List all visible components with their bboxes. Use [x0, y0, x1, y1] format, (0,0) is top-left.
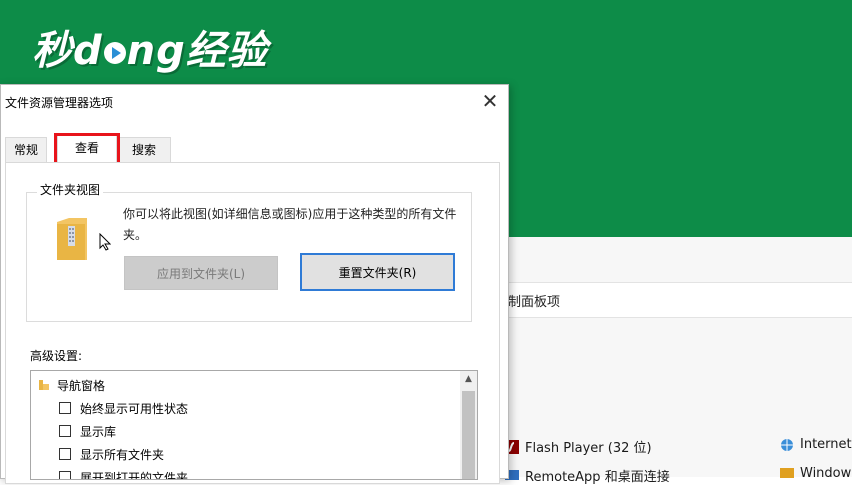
dialog-title: 文件资源管理器选项	[5, 96, 114, 110]
checkbox[interactable]	[59, 471, 71, 479]
checkbox[interactable]	[59, 402, 71, 414]
control-panel-item-remoteapp[interactable]: RemoteApp 和桌面连接	[505, 466, 670, 485]
tab-general[interactable]: 常规	[5, 137, 47, 162]
navigation-pane-icon	[39, 380, 49, 390]
list-item[interactable]: 展开到打开的文件夹	[59, 466, 188, 479]
checkbox[interactable]	[59, 448, 71, 460]
windows-icon	[780, 467, 794, 478]
logo: 秒d ng经验	[32, 28, 268, 74]
list-item[interactable]: 显示库	[59, 420, 116, 442]
scrollbar[interactable]: ▲	[460, 371, 477, 479]
scroll-thumb[interactable]	[462, 391, 475, 479]
control-panel-item-flash[interactable]: Flash Player (32 位)	[505, 437, 652, 456]
folder-options-dialog: 文件资源管理器选项 ✕ 常规 查看 搜索 文件夹视图 你可以将此视图(如详细信息…	[0, 84, 509, 484]
list-item[interactable]: 始终显示可用性状态	[59, 397, 188, 419]
close-icon[interactable]: ✕	[479, 90, 501, 112]
folder-views-description: 你可以将此视图(如详细信息或图标)应用于这种类型的所有文件夹。	[123, 207, 457, 242]
list-item[interactable]: 显示所有文件夹	[59, 443, 164, 465]
folder-icon	[57, 218, 87, 260]
scroll-up-icon[interactable]: ▲	[460, 371, 477, 388]
globe-icon	[781, 438, 793, 451]
breadcrumb: 制面板项	[508, 295, 561, 310]
tree-root-item[interactable]: 导航窗格	[37, 374, 105, 396]
control-panel-item-windows[interactable]: Window	[780, 466, 851, 481]
folder-views-label: 文件夹视图	[37, 181, 104, 198]
advanced-settings-list[interactable]: 导航窗格 始终显示可用性状态 显示库 显示所有文件夹 展开到打开的文件夹 ▲	[30, 370, 478, 480]
control-panel-item-internet[interactable]: Internet	[780, 437, 852, 452]
play-icon	[103, 42, 126, 64]
mouse-cursor-icon	[99, 233, 111, 251]
advanced-settings-label: 高级设置:	[30, 349, 83, 363]
tab-search[interactable]: 搜索	[117, 137, 171, 162]
checkbox[interactable]	[59, 425, 71, 437]
apply-to-folders-button[interactable]: 应用到文件夹(L)	[124, 256, 278, 290]
reset-folders-button[interactable]: 重置文件夹(R)	[300, 253, 455, 291]
